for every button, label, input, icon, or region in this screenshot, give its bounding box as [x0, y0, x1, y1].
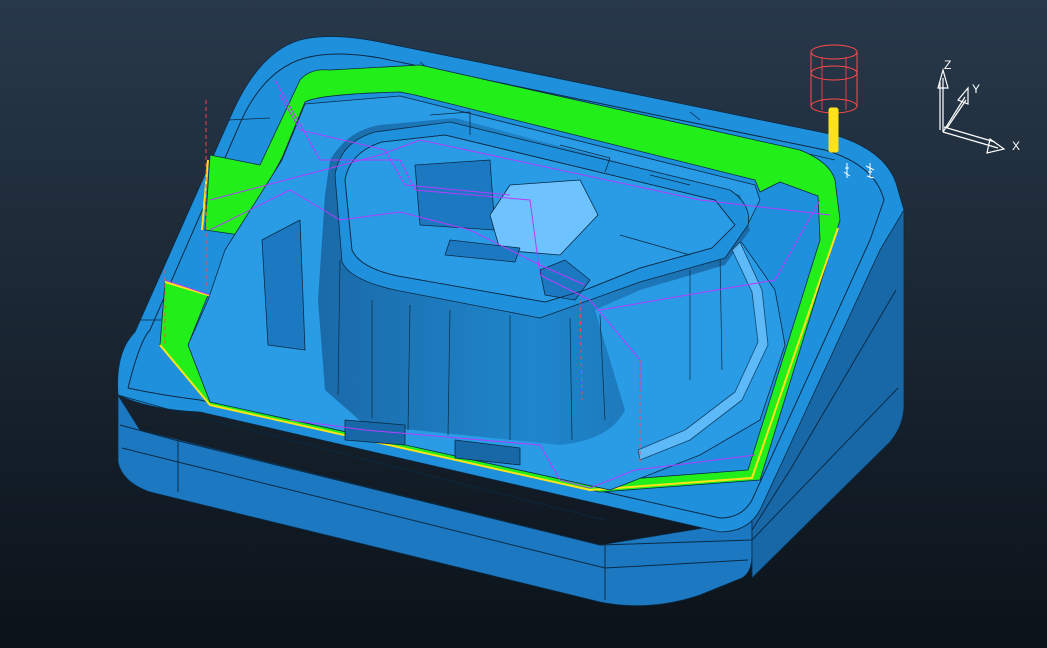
axis-z-label: Z [944, 58, 951, 72]
cavity-left-pocket [261, 219, 306, 351]
3d-viewport[interactable]: Z Y X [0, 0, 1047, 648]
cad-scene[interactable]: Z Y X [0, 0, 1047, 648]
axis-y-label: Y [972, 82, 980, 96]
axis-x-label: X [1012, 139, 1020, 153]
core-pocket [414, 159, 496, 231]
tool-shank [828, 107, 839, 153]
